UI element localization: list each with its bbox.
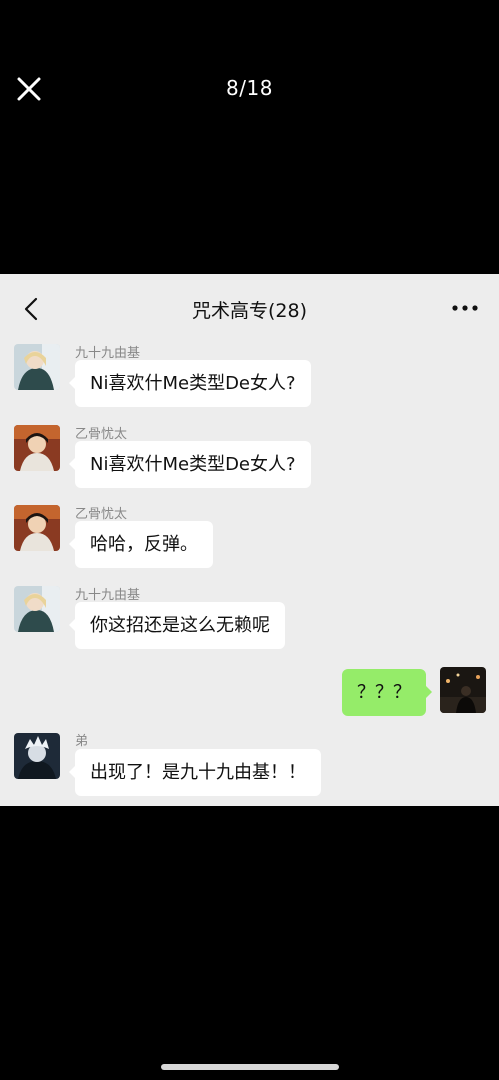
avatar[interactable] bbox=[14, 425, 60, 471]
chat-title: 咒术高专(28) bbox=[191, 300, 307, 322]
sender-name: 乙骨忧太 bbox=[75, 427, 128, 442]
avatar[interactable] bbox=[14, 586, 60, 632]
avatar[interactable] bbox=[14, 505, 60, 551]
avatar[interactable] bbox=[14, 344, 60, 390]
avatar[interactable] bbox=[14, 733, 60, 779]
sender-name: 乙骨忧太 bbox=[75, 507, 128, 522]
message-bubble[interactable]: 你这招还是这么无赖呢 bbox=[69, 602, 285, 649]
message-bubble[interactable]: Ni喜欢什Me类型De女人? bbox=[69, 360, 311, 407]
image-viewer-top-bar: 8/18 bbox=[0, 0, 499, 274]
chat-screenshot: 咒术高专(28) 九十九由基 Ni喜欢什Me类型De女人? 乙骨忧太 Ni喜欢什… bbox=[0, 274, 499, 806]
avatar[interactable] bbox=[440, 667, 486, 713]
message-bubble[interactable]: 哈哈，反弹。 bbox=[69, 521, 213, 568]
message-bubble[interactable]: ？？？ bbox=[342, 669, 432, 716]
sender-name: 九十九由基 bbox=[75, 346, 141, 361]
chat-header: 咒术高专(28) bbox=[0, 274, 499, 344]
sender-name: 九十九由基 bbox=[75, 588, 141, 603]
image-viewer-bottom-area bbox=[0, 806, 499, 1080]
sender-name: 弟 bbox=[75, 734, 89, 749]
message-bubble[interactable]: 出现了！是九十九由基！！ bbox=[69, 749, 321, 796]
home-indicator[interactable] bbox=[161, 1064, 339, 1070]
message-bubble[interactable]: Ni喜欢什Me类型De女人? bbox=[69, 441, 311, 488]
image-counter: 8/18 bbox=[226, 76, 273, 100]
more-dots-icon[interactable] bbox=[451, 300, 479, 316]
